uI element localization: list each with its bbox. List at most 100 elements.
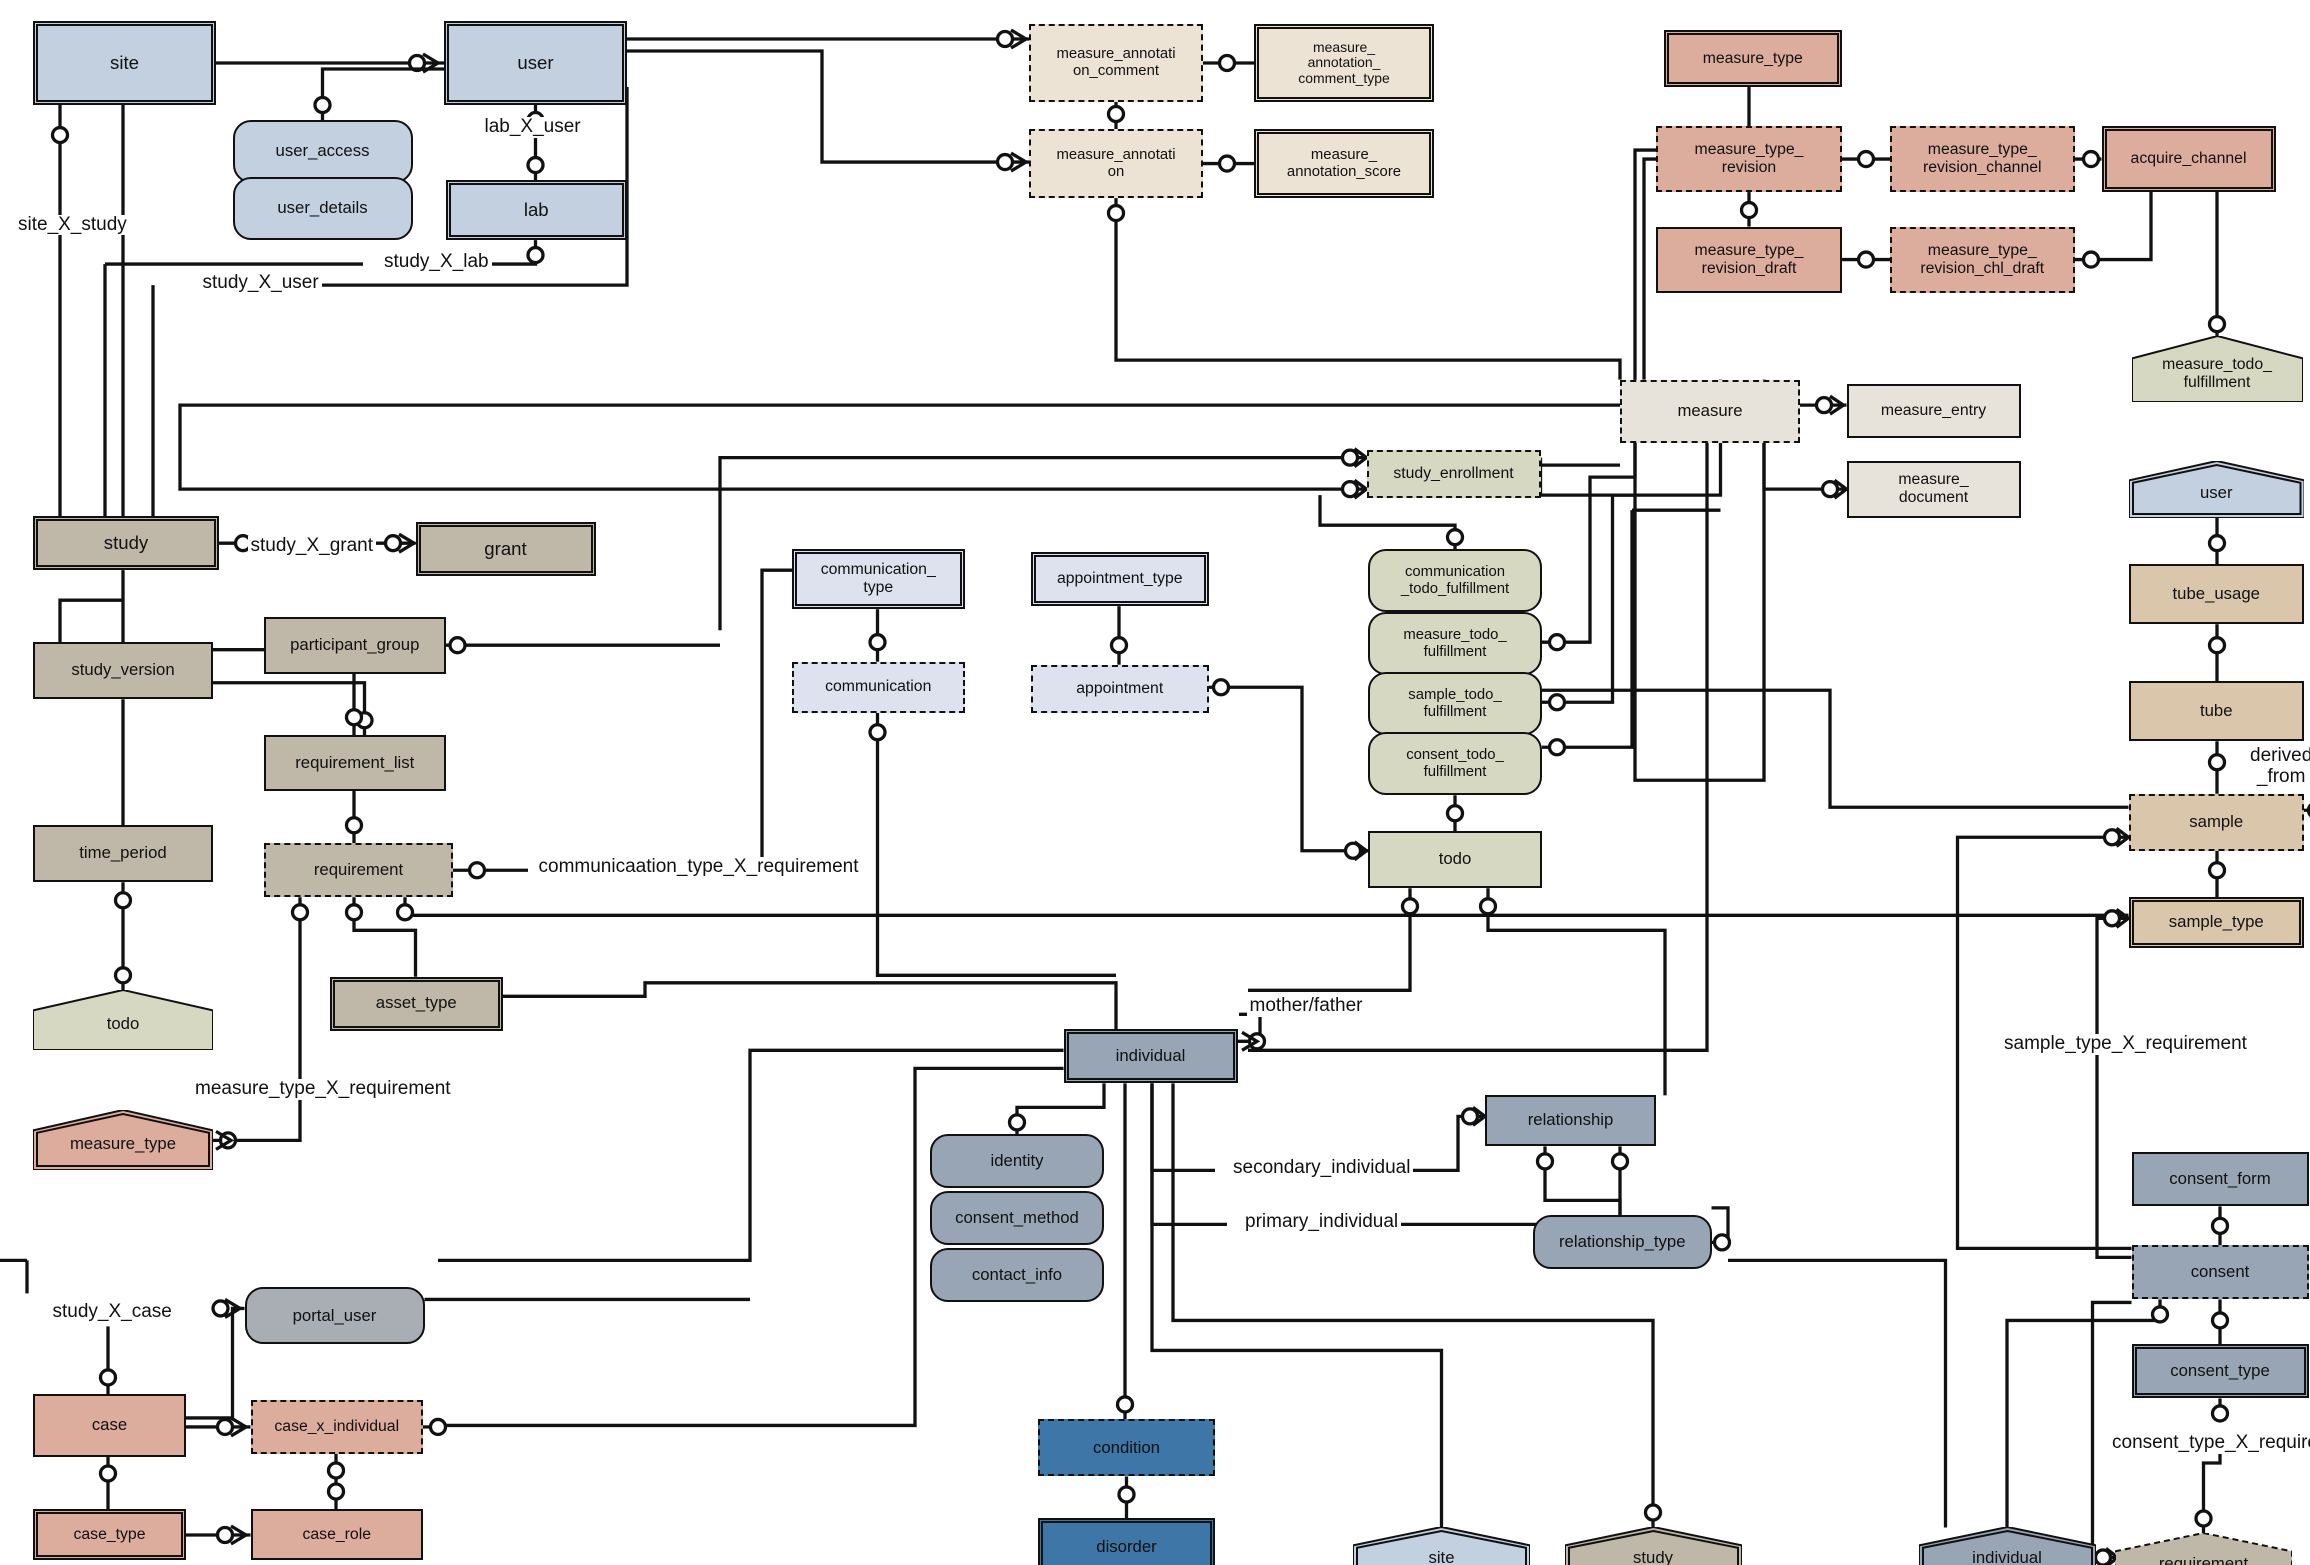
entity-site_pent[interactable]: site bbox=[1353, 1527, 1530, 1565]
entity-measure_type_revision_draft[interactable]: measure_type_ revision_draft bbox=[1656, 226, 1842, 293]
entity-label: user bbox=[2199, 482, 2233, 502]
entity-tube[interactable]: tube bbox=[2128, 681, 2304, 742]
entity-label: requirement_list bbox=[295, 752, 415, 772]
entity-label: sample bbox=[2189, 811, 2244, 831]
entity-consent_todo_fulfillment[interactable]: consent_todo_ fulfillment bbox=[1368, 732, 1542, 796]
entity-condition[interactable]: condition bbox=[1038, 1419, 1215, 1477]
entity-label: todo bbox=[1438, 849, 1472, 869]
entity-label: participant_group bbox=[290, 634, 420, 654]
entity-consent[interactable]: consent bbox=[2131, 1245, 2309, 1300]
entity-measure_todo_fulfillment[interactable]: measure_todo_ fulfillment bbox=[1368, 612, 1542, 676]
entity-label: site bbox=[1428, 1547, 1455, 1565]
entity-individual_pent[interactable]: individual bbox=[1918, 1527, 2096, 1565]
entity-communication_type[interactable]: communication_ type bbox=[792, 549, 965, 610]
entity-label: measure_annotati on_comment bbox=[1056, 46, 1176, 79]
entity-user_details[interactable]: user_details bbox=[232, 177, 413, 241]
entity-participant_group[interactable]: participant_group bbox=[264, 616, 446, 674]
entity-label: communication bbox=[825, 678, 932, 696]
entity-label: measure_ document bbox=[1898, 471, 1969, 507]
entity-sample[interactable]: sample bbox=[2128, 793, 2304, 851]
entity-measure_annotation_comment[interactable]: measure_annotati on_comment bbox=[1029, 24, 1203, 103]
entity-case[interactable]: case bbox=[33, 1393, 186, 1457]
entity-measure_document[interactable]: measure_ document bbox=[1846, 460, 2021, 518]
entity-sample_type[interactable]: sample_type bbox=[2128, 897, 2304, 949]
entity-label: study bbox=[1633, 1547, 1673, 1565]
entity-study_enrollment[interactable]: study_enrollment bbox=[1366, 450, 1541, 499]
entity-requirement[interactable]: requirement bbox=[264, 843, 453, 898]
entity-todo_mid[interactable]: todo bbox=[1368, 831, 1542, 889]
entity-label: study bbox=[103, 531, 149, 553]
entity-measure_type_top[interactable]: measure_type bbox=[1663, 30, 1842, 88]
entity-study_pent[interactable]: study bbox=[1564, 1527, 1742, 1565]
entity-tube_usage[interactable]: tube_usage bbox=[2128, 564, 2304, 625]
entity-case_role[interactable]: case_role bbox=[250, 1509, 423, 1561]
entity-measure_type_revision_channel[interactable]: measure_type_ revision_channel bbox=[1890, 126, 2075, 193]
entity-lab[interactable]: lab bbox=[445, 180, 627, 241]
entity-measure_type_revision[interactable]: measure_type_ revision bbox=[1656, 126, 1842, 193]
entity-consent_form[interactable]: consent_form bbox=[2131, 1152, 2309, 1207]
entity-label: case_role bbox=[302, 1526, 372, 1544]
entity-relationship[interactable]: relationship bbox=[1485, 1095, 1656, 1147]
entity-label: tube_usage bbox=[2172, 583, 2260, 603]
entity-label: measure_type bbox=[69, 1134, 177, 1154]
entity-communication[interactable]: communication bbox=[792, 661, 965, 713]
entity-measure[interactable]: measure bbox=[1620, 379, 1800, 443]
entity-label: case bbox=[91, 1415, 128, 1435]
entity-time_period[interactable]: time_period bbox=[33, 825, 213, 883]
entity-measure_annotation_score[interactable]: measure_ annotation_score bbox=[1254, 129, 1434, 199]
entity-case_x_individual[interactable]: case_x_individual bbox=[250, 1399, 423, 1454]
entity-relationship_type[interactable]: relationship_type bbox=[1533, 1215, 1712, 1270]
entity-requirement_pent[interactable]: requirement bbox=[2115, 1533, 2292, 1565]
entity-measure_entry[interactable]: measure_entry bbox=[1846, 384, 2021, 439]
entity-grant[interactable]: grant bbox=[415, 522, 596, 577]
entity-label: requirement bbox=[2158, 1553, 2249, 1565]
entity-todo_left[interactable]: todo bbox=[33, 990, 213, 1051]
entity-individual[interactable]: individual bbox=[1063, 1029, 1238, 1084]
entity-study_version[interactable]: study_version bbox=[33, 642, 213, 700]
edge-label-mother_father: mother/father bbox=[1246, 995, 1366, 1018]
entity-user_access[interactable]: user_access bbox=[232, 120, 413, 184]
entity-label: consent_type bbox=[2170, 1361, 2270, 1381]
entity-measure_type_revision_chl_draft[interactable]: measure_type_ revision_chl_draft bbox=[1890, 226, 2075, 293]
entity-site[interactable]: site bbox=[33, 21, 216, 106]
edge-label-measure_type_X_requirement: measure_type_X_requirement bbox=[192, 1078, 454, 1100]
entity-user_pent[interactable]: user bbox=[2128, 460, 2304, 518]
edge-label-consent_type_X_requirement: consent_type_X_requirement bbox=[2109, 1432, 2310, 1454]
entity-disorder[interactable]: disorder bbox=[1038, 1518, 1215, 1565]
entity-measure_annotation[interactable]: measure_annotati on bbox=[1029, 129, 1203, 199]
entity-appointment_type[interactable]: appointment_type bbox=[1030, 552, 1209, 607]
entity-user[interactable]: user bbox=[444, 21, 627, 106]
entity-case_type[interactable]: case_type bbox=[33, 1509, 186, 1561]
entity-label: sample_todo_ fulfillment bbox=[1408, 687, 1502, 720]
entity-communication_todo_fulfillment[interactable]: communication _todo_fulfillment bbox=[1368, 549, 1542, 613]
entity-label: measure_ annotation_ comment_type bbox=[1298, 38, 1390, 86]
entity-acquire_channel[interactable]: acquire_channel bbox=[2101, 126, 2276, 193]
edge-label-communicaation_type_X_requirement: communicaation_type_X_requirement bbox=[535, 856, 862, 878]
entity-label: disorder bbox=[1096, 1536, 1157, 1556]
entity-label: todo bbox=[106, 1014, 140, 1034]
entity-label: user bbox=[517, 51, 554, 73]
entity-consent_method[interactable]: consent_method bbox=[930, 1191, 1104, 1246]
entity-sample_todo_fulfillment[interactable]: sample_todo_ fulfillment bbox=[1368, 672, 1542, 736]
entity-appointment[interactable]: appointment bbox=[1030, 664, 1209, 713]
entity-identity[interactable]: identity bbox=[930, 1134, 1104, 1189]
entity-measure_type_left[interactable]: measure_type bbox=[33, 1110, 213, 1171]
entity-label: relationship_type bbox=[1558, 1232, 1686, 1251]
entity-requirement_list[interactable]: requirement_list bbox=[264, 735, 446, 791]
entity-contact_info[interactable]: contact_info bbox=[930, 1248, 1104, 1303]
edge-label-sample_type_X_requirement: sample_type_X_requirement bbox=[2001, 1033, 2250, 1055]
entity-label: individual bbox=[1972, 1547, 2042, 1565]
edge-label-study_X_grant: study_X_grant bbox=[247, 535, 377, 557]
entity-label: relationship bbox=[1527, 1110, 1614, 1130]
entity-measure_annotation_comment_type[interactable]: measure_ annotation_ comment_type bbox=[1254, 24, 1434, 103]
entity-label: measure_ annotation_score bbox=[1286, 146, 1402, 180]
entity-measure_todo_fulfillment_r[interactable]: measure_todo_ fulfillment bbox=[2131, 336, 2303, 403]
entity-consent_type[interactable]: consent_type bbox=[2131, 1344, 2309, 1399]
entity-asset_type[interactable]: asset_type bbox=[330, 976, 503, 1031]
entity-study[interactable]: study bbox=[33, 516, 219, 571]
entity-label: lab bbox=[523, 198, 549, 220]
edge-label-derived_from: derived _from bbox=[2247, 745, 2310, 788]
entity-label: identity bbox=[990, 1150, 1044, 1170]
entity-portal_user[interactable]: portal_user bbox=[244, 1287, 425, 1345]
entity-label: individual bbox=[1115, 1045, 1186, 1065]
